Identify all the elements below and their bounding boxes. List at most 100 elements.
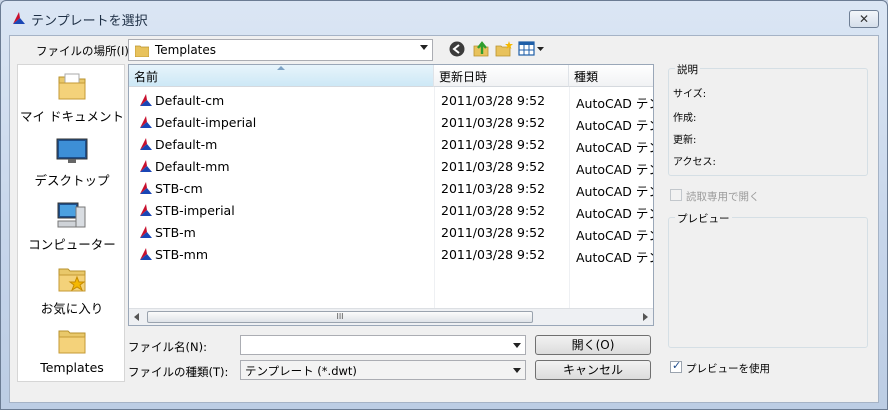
file-type: AutoCAD テン [576,118,654,133]
autocad-template-icon [140,226,152,238]
file-date: 2011/03/28 9:52 [441,159,546,174]
select-template-dialog: テンプレートを選択 ✕ ファイルの場所(I): Templates マイ ドキュ… [0,0,888,410]
file-name: STB-mm [155,247,209,262]
modified-label: 更新: [673,135,697,146]
column-header-name[interactable]: 名前 [129,65,434,87]
file-date: 2011/03/28 9:52 [441,203,546,218]
templates-folder-icon [58,330,86,354]
use-preview-label: プレビューを使用 [686,363,770,375]
chevron-down-icon[interactable] [420,45,428,50]
autocad-template-icon [140,182,152,194]
file-type: AutoCAD テン [576,96,654,111]
chevron-down-icon[interactable] [513,343,521,348]
lookin-value: Templates [155,43,217,57]
file-list[interactable]: 名前 更新日時 種類 Default-cm 2011/03/28 9:52 Auto… [128,64,654,326]
file-type: AutoCAD テン [576,140,654,155]
description-group: 説明 サイズ: 作成: 更新: アクセス: [668,62,868,176]
dialog-body: ファイルの場所(I): Templates マイ ドキュメント デスクトップ コ… [9,35,879,403]
size-label: サイズ: [673,89,707,100]
back-icon[interactable] [448,40,466,58]
created-label: 作成: [673,113,697,124]
file-date: 2011/03/28 9:52 [441,137,546,152]
filename-input[interactable] [240,335,526,355]
file-name: STB-cm [155,181,203,196]
file-date: 2011/03/28 9:52 [441,93,546,108]
file-name: Default-cm [155,93,225,108]
file-date: 2011/03/28 9:52 [441,181,546,196]
table-row[interactable]: STB-m 2011/03/28 9:52 AutoCAD テン [129,221,654,243]
up-one-level-icon[interactable] [472,40,490,58]
table-row[interactable]: Default-imperial 2011/03/28 9:52 AutoCAD テ… [129,111,654,133]
filetype-dropdown[interactable]: テンプレート (*.dwt) [240,360,526,380]
place-label: お気に入り [40,301,104,316]
table-row[interactable]: STB-mm 2011/03/28 9:52 AutoCAD テン [129,243,654,265]
open-button[interactable]: 開く(O) [535,335,651,355]
file-name: Default-mm [155,159,230,174]
new-folder-icon[interactable] [495,40,513,58]
places-bar: マイ ドキュメント デスクトップ コンピューター お気に入り Templates [17,64,125,382]
column-header-type-label: 種類 [574,70,599,84]
place-computer[interactable]: コンピューター [18,195,126,257]
favorites-icon [58,268,86,292]
file-date: 2011/03/28 9:52 [441,225,546,240]
file-type: AutoCAD テン [576,206,654,221]
column-header-type[interactable]: 種類 [569,65,653,87]
file-name: STB-imperial [155,203,235,218]
autocad-app-icon [13,12,25,24]
autocad-template-icon [140,138,152,150]
preview-title: プレビュー [675,211,732,226]
description-title: 説明 [675,62,700,77]
readonly-checkbox[interactable] [670,189,682,201]
column-header-name-label: 名前 [134,70,159,84]
filetype-label: ファイルの種類(T): [128,365,229,379]
file-date: 2011/03/28 9:52 [441,247,546,262]
table-row[interactable]: Default-cm 2011/03/28 9:52 AutoCAD テン [129,89,654,111]
title-bar[interactable]: テンプレートを選択 ✕ [1,1,887,35]
place-desktop[interactable]: デスクトップ [18,131,126,193]
desktop-icon [56,138,88,163]
view-menu-icon[interactable] [518,40,546,58]
place-label: Templates [40,360,104,375]
autocad-template-icon [140,160,152,172]
horizontal-scrollbar[interactable]: III [129,308,653,325]
autocad-template-icon [140,204,152,216]
place-favorites[interactable]: お気に入り [18,259,126,321]
file-type: AutoCAD テン [576,162,654,177]
place-label: マイ ドキュメント [20,109,124,124]
table-row[interactable]: Default-mm 2011/03/28 9:52 AutoCAD テン [129,155,654,177]
computer-icon [57,202,86,228]
use-preview-checkbox[interactable]: ✓ [670,359,682,373]
file-name: Default-m [155,137,218,152]
place-label: デスクトップ [34,173,110,188]
scroll-right-icon[interactable] [643,313,648,321]
autocad-template-icon [140,94,152,106]
filename-label: ファイル名(N): [128,340,207,354]
file-date: 2011/03/28 9:52 [441,115,546,130]
folder-icon [135,45,149,57]
checkmark-icon: ✓ [672,359,682,372]
column-header-date[interactable]: 更新日時 [434,65,569,87]
place-my-documents[interactable]: マイ ドキュメント [18,67,126,129]
table-row[interactable]: STB-imperial 2011/03/28 9:52 AutoCAD テン [129,199,654,221]
file-type: AutoCAD テン [576,184,654,199]
place-templates[interactable]: Templates [18,321,126,383]
filetype-value: テンプレート (*.dwt) [245,364,357,378]
file-name: Default-imperial [155,115,257,130]
close-button[interactable]: ✕ [849,10,879,28]
sort-ascending-icon [277,66,285,70]
place-label: コンピューター [28,237,116,252]
autocad-template-icon [140,116,152,128]
file-type: AutoCAD テン [576,228,654,243]
file-type: AutoCAD テン [576,250,654,265]
scroll-left-icon[interactable] [134,313,139,321]
window-title: テンプレートを選択 [31,14,148,29]
chevron-down-icon[interactable] [513,368,521,373]
table-row[interactable]: Default-m 2011/03/28 9:52 AutoCAD テン [129,133,654,155]
scrollbar-thumb[interactable]: III [147,311,533,323]
autocad-template-icon [140,248,152,260]
cancel-button[interactable]: キャンセル [535,360,651,380]
file-name: STB-m [155,225,196,240]
lookin-dropdown[interactable]: Templates [128,39,433,61]
access-label: アクセス: [673,157,716,168]
table-row[interactable]: STB-cm 2011/03/28 9:52 AutoCAD テン [129,177,654,199]
